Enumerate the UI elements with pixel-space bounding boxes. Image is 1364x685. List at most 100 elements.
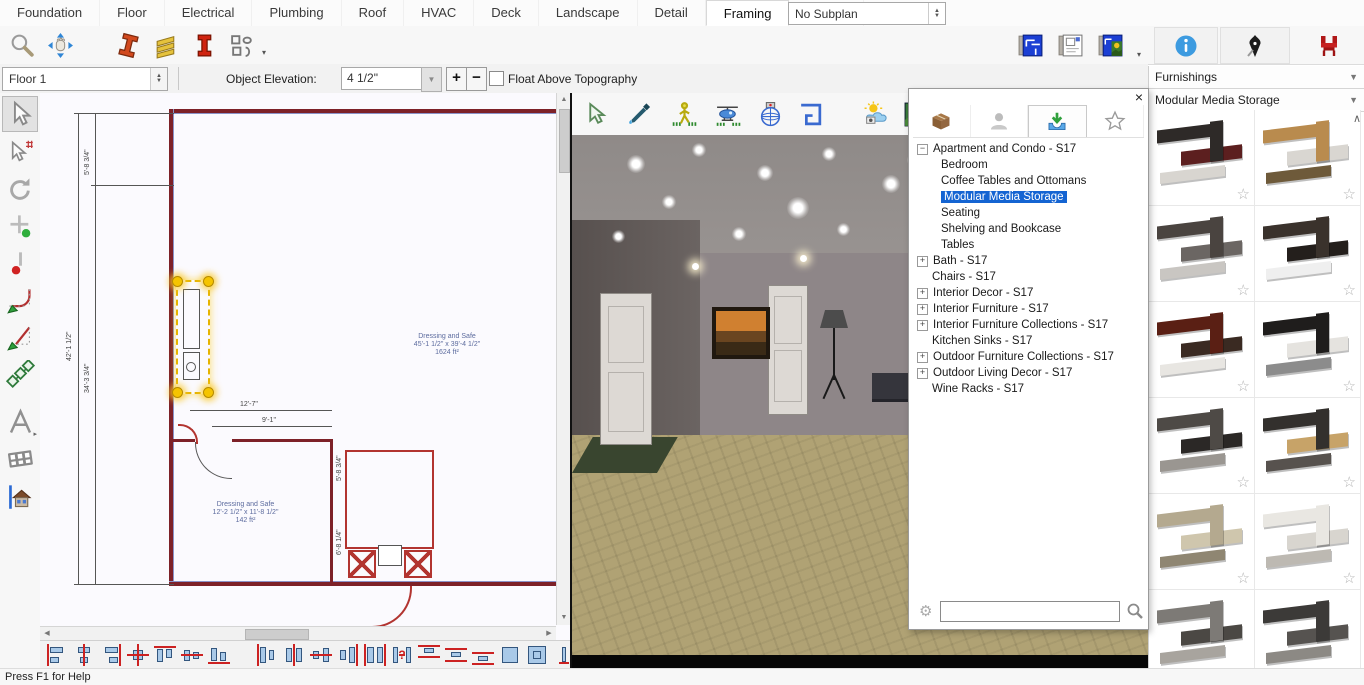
horizontal-scrollbar[interactable]: ◀ ▶ (40, 626, 556, 640)
joists-icon[interactable] (150, 29, 182, 61)
selection-handle[interactable] (172, 387, 183, 398)
gear-icon[interactable]: ⚙ (919, 602, 932, 620)
subcategory-header[interactable]: Modular Media Storage ▼ (1149, 89, 1364, 112)
view-flyout-caret[interactable]: ▾ (1137, 50, 1141, 59)
tab-detail[interactable]: Detail (638, 0, 706, 26)
tab-landscape[interactable]: Landscape (539, 0, 638, 26)
plan-view[interactable]: 42'-1 1/2" 5'-8 3/4" 34'-3 3/4" 12'-7" 9… (40, 93, 570, 640)
align-icon-align-right[interactable] (100, 644, 122, 666)
eyedropper-icon[interactable] (624, 98, 656, 130)
tree-item-label[interactable]: Interior Furniture - S17 (933, 303, 1049, 315)
tree-item-label[interactable]: Shelving and Bookcase (941, 223, 1061, 235)
align-icon-align-left-pair[interactable] (256, 644, 278, 666)
tab-roof[interactable]: Roof (342, 0, 404, 26)
chamfer-icon[interactable] (3, 320, 37, 354)
tree-item-label[interactable]: Outdoor Furniture Collections - S17 (933, 351, 1114, 363)
library-tab-person-icon[interactable] (971, 105, 1029, 137)
tab-floor[interactable]: Floor (100, 0, 165, 26)
floor-selector[interactable]: Floor 1 ▲ ▼ (2, 67, 168, 91)
steel-beam-icon[interactable] (112, 29, 144, 61)
pen-button[interactable] (1220, 27, 1290, 64)
thumbnail-media-storage[interactable]: ☆ (1149, 398, 1255, 494)
align-icon-space-evenly[interactable]: ? (391, 644, 413, 666)
thumbnail-media-storage[interactable]: ☆ (1255, 494, 1361, 590)
tab-plumbing[interactable]: Plumbing (252, 0, 341, 26)
walkthrough-icon[interactable] (3, 442, 37, 476)
post-icon[interactable] (188, 29, 220, 61)
align-icon-concentric[interactable] (499, 644, 521, 666)
library-tab-download-icon[interactable] (1028, 105, 1087, 137)
tree-item[interactable]: + Outdoor Furniture Collections - S17 (913, 349, 1144, 365)
scene-light-icon[interactable] (860, 98, 892, 130)
tree-item-label[interactable]: Bedroom (941, 159, 988, 171)
fillet-icon[interactable] (3, 283, 37, 317)
tree-item[interactable]: +Bath - S17 (913, 253, 1144, 269)
align-icon-center-vertical-pair[interactable] (283, 644, 305, 666)
tree-item-label[interactable]: Modular Media Storage (941, 191, 1067, 203)
tree-item[interactable]: +Interior Furniture - S17 (913, 301, 1144, 317)
scroll-thumb[interactable] (559, 109, 570, 173)
favorite-star-icon[interactable]: ☆ (1237, 569, 1250, 587)
tree-expander-icon[interactable]: + (917, 256, 928, 267)
tree-expander-icon[interactable]: + (917, 320, 928, 331)
select-icon[interactable] (2, 96, 38, 132)
align-icon-distribute-middle[interactable] (445, 644, 467, 666)
library-tab-star-icon[interactable] (1087, 105, 1145, 137)
thumbnail-media-storage[interactable]: ☆ (1255, 206, 1361, 302)
align-icon-align-center-vertical[interactable] (73, 644, 95, 666)
tree-item[interactable]: −Apartment and Condo - S17 (913, 141, 1144, 157)
tree-item[interactable]: Shelving and Bookcase (913, 221, 1144, 237)
scroll-up-arrow[interactable]: ▲ (557, 93, 570, 107)
subplan-select[interactable]: No Subplan ▲ ▼ (788, 2, 946, 25)
camera-view-icon[interactable] (1094, 29, 1126, 61)
layout-view-icon[interactable] (1054, 29, 1086, 61)
rotate-icon[interactable] (3, 172, 37, 206)
selected-media-storage[interactable] (176, 280, 210, 394)
thumbnail-media-storage[interactable]: ☆ (1149, 302, 1255, 398)
category-header[interactable]: Furnishings ▼ (1149, 66, 1364, 89)
furniture-button[interactable] (1298, 27, 1360, 62)
align-icon-distribute-top[interactable] (418, 644, 440, 666)
favorite-star-icon[interactable]: ☆ (1343, 377, 1356, 395)
elevation-decrease-button[interactable]: − (466, 67, 487, 91)
vertical-scrollbar[interactable]: ▲ ▼ (556, 93, 570, 625)
thumbnail-media-storage[interactable]: ☆ (1149, 206, 1255, 302)
thumbnail-media-storage[interactable]: ☆ (1255, 302, 1361, 398)
favorite-star-icon[interactable]: ☆ (1343, 569, 1356, 587)
tree-expander-icon[interactable]: + (917, 288, 928, 299)
tab-foundation[interactable]: Foundation (0, 0, 100, 26)
tree-item[interactable]: Wine Racks - S17 (913, 381, 1144, 397)
tree-item[interactable]: + Outdoor Living Decor - S17 (913, 365, 1144, 381)
tree-item[interactable]: Bedroom (913, 157, 1144, 173)
align-icon-align-top-pair[interactable] (154, 644, 176, 666)
text-icon[interactable]: ▸ (3, 405, 37, 439)
favorite-star-icon[interactable]: ☆ (1343, 281, 1356, 299)
tree-item-label[interactable]: Tables (941, 239, 974, 251)
favorite-star-icon[interactable]: ☆ (1237, 185, 1250, 203)
favorite-star-icon[interactable]: ☆ (1237, 377, 1250, 395)
selection-handle[interactable] (203, 387, 214, 398)
library-search-input[interactable] (940, 601, 1120, 622)
align-icon-align-bottom-pair[interactable] (208, 644, 230, 666)
plan-view-icon[interactable] (1014, 29, 1046, 61)
tree-item[interactable]: Seating (913, 205, 1144, 221)
tree-item-label[interactable]: Wine Racks - S17 (932, 383, 1024, 395)
favorite-star-icon[interactable]: ☆ (1343, 185, 1356, 203)
tree-expander-icon[interactable]: + (917, 352, 928, 363)
thumbnail-media-storage[interactable]: ☆ (1149, 494, 1255, 590)
align-icon-align-left[interactable] (46, 644, 68, 666)
chevron-up-icon[interactable]: ∧ (1353, 112, 1361, 125)
walk-icon[interactable] (668, 98, 700, 130)
object-elevation-dropdown[interactable]: ▼ (421, 67, 442, 92)
tree-item-label[interactable]: Seating (941, 207, 980, 219)
tree-expander-icon[interactable]: + (917, 368, 928, 379)
plan-overlay-icon[interactable] (794, 98, 826, 130)
tree-item[interactable]: Chairs - S17 (913, 269, 1144, 285)
align-icon-center-both[interactable] (127, 644, 149, 666)
tab-deck[interactable]: Deck (474, 0, 539, 26)
tree-item[interactable]: Tables (913, 237, 1144, 253)
point-marker-icon[interactable] (3, 209, 37, 243)
tree-item-label[interactable]: Outdoor Living Decor - S17 (933, 367, 1072, 379)
tree-item-label[interactable]: Interior Furniture Collections - S17 (933, 319, 1108, 331)
tree-item-label[interactable]: Kitchen Sinks - S17 (932, 335, 1032, 347)
